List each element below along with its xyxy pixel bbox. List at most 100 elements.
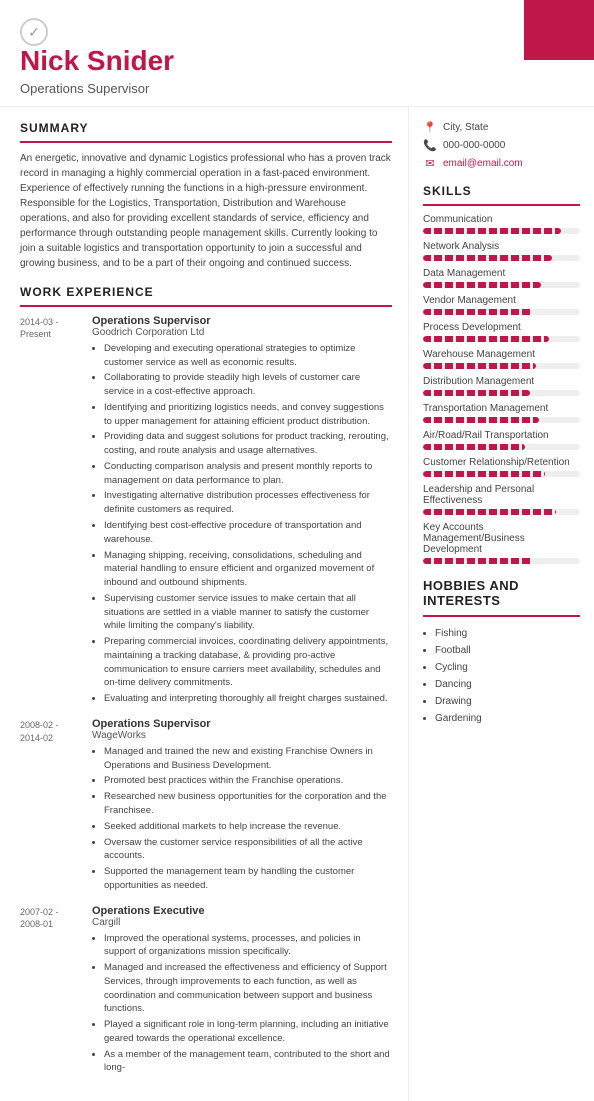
phone-text: 000-000-0000 (443, 140, 505, 151)
skill-bar-bg (423, 558, 580, 564)
job-company-3: Cargill (92, 917, 392, 928)
job-block-2: 2008-02 - 2014-02 Operations Supervisor … (20, 718, 392, 895)
skill-name: Key Accounts Management/Business Develop… (423, 522, 580, 555)
skills-title: SKILLS (423, 184, 580, 198)
skill-bar-bg (423, 363, 580, 369)
skill-item: Communication (423, 214, 580, 234)
email-icon: ✉ (423, 157, 437, 170)
job-dates-1: 2014-03 - Present (20, 315, 92, 708)
main-content: SUMMARY An energetic, innovative and dyn… (0, 107, 594, 1101)
skill-item: Key Accounts Management/Business Develop… (423, 522, 580, 564)
skill-item: Network Analysis (423, 241, 580, 261)
skill-bar-fill (423, 282, 541, 288)
skill-name: Transportation Management (423, 403, 580, 414)
header: ✓ Nick Snider Operations Supervisor (0, 0, 594, 107)
skill-bar-fill (423, 558, 533, 564)
skill-item: Leadership and Personal Effectiveness (423, 484, 580, 515)
skill-name: Process Development (423, 322, 580, 333)
job-dates-2: 2008-02 - 2014-02 (20, 718, 92, 895)
header-accent-block (524, 0, 594, 60)
list-item: Managing shipping, receiving, consolidat… (104, 549, 392, 590)
summary-divider (20, 141, 392, 143)
list-item: Played a significant role in long-term p… (104, 1018, 392, 1046)
list-item: Researched new business opportunities fo… (104, 790, 392, 818)
left-column: SUMMARY An energetic, innovative and dyn… (0, 107, 409, 1101)
job-bullets-2: Managed and trained the new and existing… (92, 745, 392, 893)
skill-bar-fill (423, 417, 539, 423)
list-item: Improved the operational systems, proces… (104, 932, 392, 960)
hobby-item: Drawing (435, 693, 580, 710)
skill-bar-bg (423, 471, 580, 477)
contact-section: 📍 City, State 📞 000-000-0000 ✉ email@ema… (423, 121, 580, 170)
list-item: Investigating alternative distribution p… (104, 489, 392, 517)
skill-item: Process Development (423, 322, 580, 342)
skill-bar-bg (423, 444, 580, 450)
skill-bar-fill (423, 363, 536, 369)
job-dates-3: 2007-02 - 2008-01 (20, 905, 92, 1078)
list-item: As a member of the management team, cont… (104, 1048, 392, 1076)
job-block-1: 2014-03 - Present Operations Supervisor … (20, 315, 392, 708)
skill-name: Warehouse Management (423, 349, 580, 360)
candidate-title: Operations Supervisor (20, 81, 574, 96)
skill-name: Air/Road/Rail Transportation (423, 430, 580, 441)
skill-item: Air/Road/Rail Transportation (423, 430, 580, 450)
location-text: City, State (443, 122, 488, 133)
job-company-1: Goodrich Corporation Ltd (92, 327, 392, 338)
location-icon: 📍 (423, 121, 437, 134)
skill-bar-bg (423, 509, 580, 515)
work-experience-title: WORK EXPERIENCE (20, 285, 392, 299)
skill-bar-bg (423, 255, 580, 261)
work-experience-divider (20, 305, 392, 307)
candidate-name: Nick Snider (20, 46, 574, 77)
list-item: Evaluating and interpreting thoroughly a… (104, 692, 392, 706)
skill-item: Data Management (423, 268, 580, 288)
list-item: Supported the management team by handlin… (104, 865, 392, 893)
list-item: Managed and trained the new and existing… (104, 745, 392, 773)
job-block-3: 2007-02 - 2008-01 Operations Executive C… (20, 905, 392, 1078)
email-text: email@email.com (443, 158, 523, 169)
list-item: Supervising customer service issues to m… (104, 592, 392, 633)
job-title-2: Operations Supervisor (92, 718, 392, 730)
skill-item: Warehouse Management (423, 349, 580, 369)
hobbies-list: FishingFootballCyclingDancingDrawingGard… (423, 625, 580, 727)
hobby-item: Gardening (435, 710, 580, 727)
contact-phone: 📞 000-000-0000 (423, 139, 580, 152)
job-content-1: Operations Supervisor Goodrich Corporati… (92, 315, 392, 708)
job-bullets-1: Developing and executing operational str… (92, 342, 392, 706)
job-title-1: Operations Supervisor (92, 315, 392, 327)
list-item: Conducting comparison analysis and prese… (104, 460, 392, 488)
hobby-item: Dancing (435, 676, 580, 693)
check-icon: ✓ (20, 18, 48, 46)
skill-bar-fill (423, 228, 561, 234)
header-left: ✓ Nick Snider Operations Supervisor (20, 18, 574, 96)
summary-text: An energetic, innovative and dynamic Log… (20, 151, 392, 271)
job-content-3: Operations Executive Cargill Improved th… (92, 905, 392, 1078)
job-bullets-3: Improved the operational systems, proces… (92, 932, 392, 1076)
skill-bar-bg (423, 228, 580, 234)
skill-name: Leadership and Personal Effectiveness (423, 484, 580, 506)
skill-bar-fill (423, 471, 545, 477)
list-item: Promoted best practices within the Franc… (104, 774, 392, 788)
skill-name: Communication (423, 214, 580, 225)
skill-item: Customer Relationship/Retention (423, 457, 580, 477)
phone-icon: 📞 (423, 139, 437, 152)
right-column: 📍 City, State 📞 000-000-0000 ✉ email@ema… (409, 107, 594, 1101)
skill-name: Distribution Management (423, 376, 580, 387)
skill-bar-bg (423, 390, 580, 396)
skill-bar-bg (423, 336, 580, 342)
skills-list: Communication Network Analysis Data Mana… (423, 214, 580, 564)
hobbies-divider (423, 615, 580, 617)
skill-name: Customer Relationship/Retention (423, 457, 580, 468)
list-item: Identifying best cost-effective procedur… (104, 519, 392, 547)
list-item: Providing data and suggest solutions for… (104, 430, 392, 458)
skill-bar-fill (423, 255, 552, 261)
hobby-item: Fishing (435, 625, 580, 642)
list-item: Seeked additional markets to help increa… (104, 820, 392, 834)
skill-item: Vendor Management (423, 295, 580, 315)
skill-name: Network Analysis (423, 241, 580, 252)
skill-item: Distribution Management (423, 376, 580, 396)
skills-divider (423, 204, 580, 206)
skill-name: Data Management (423, 268, 580, 279)
skill-bar-fill (423, 390, 530, 396)
hobbies-title: HOBBIES AND INTERESTS (423, 578, 580, 609)
